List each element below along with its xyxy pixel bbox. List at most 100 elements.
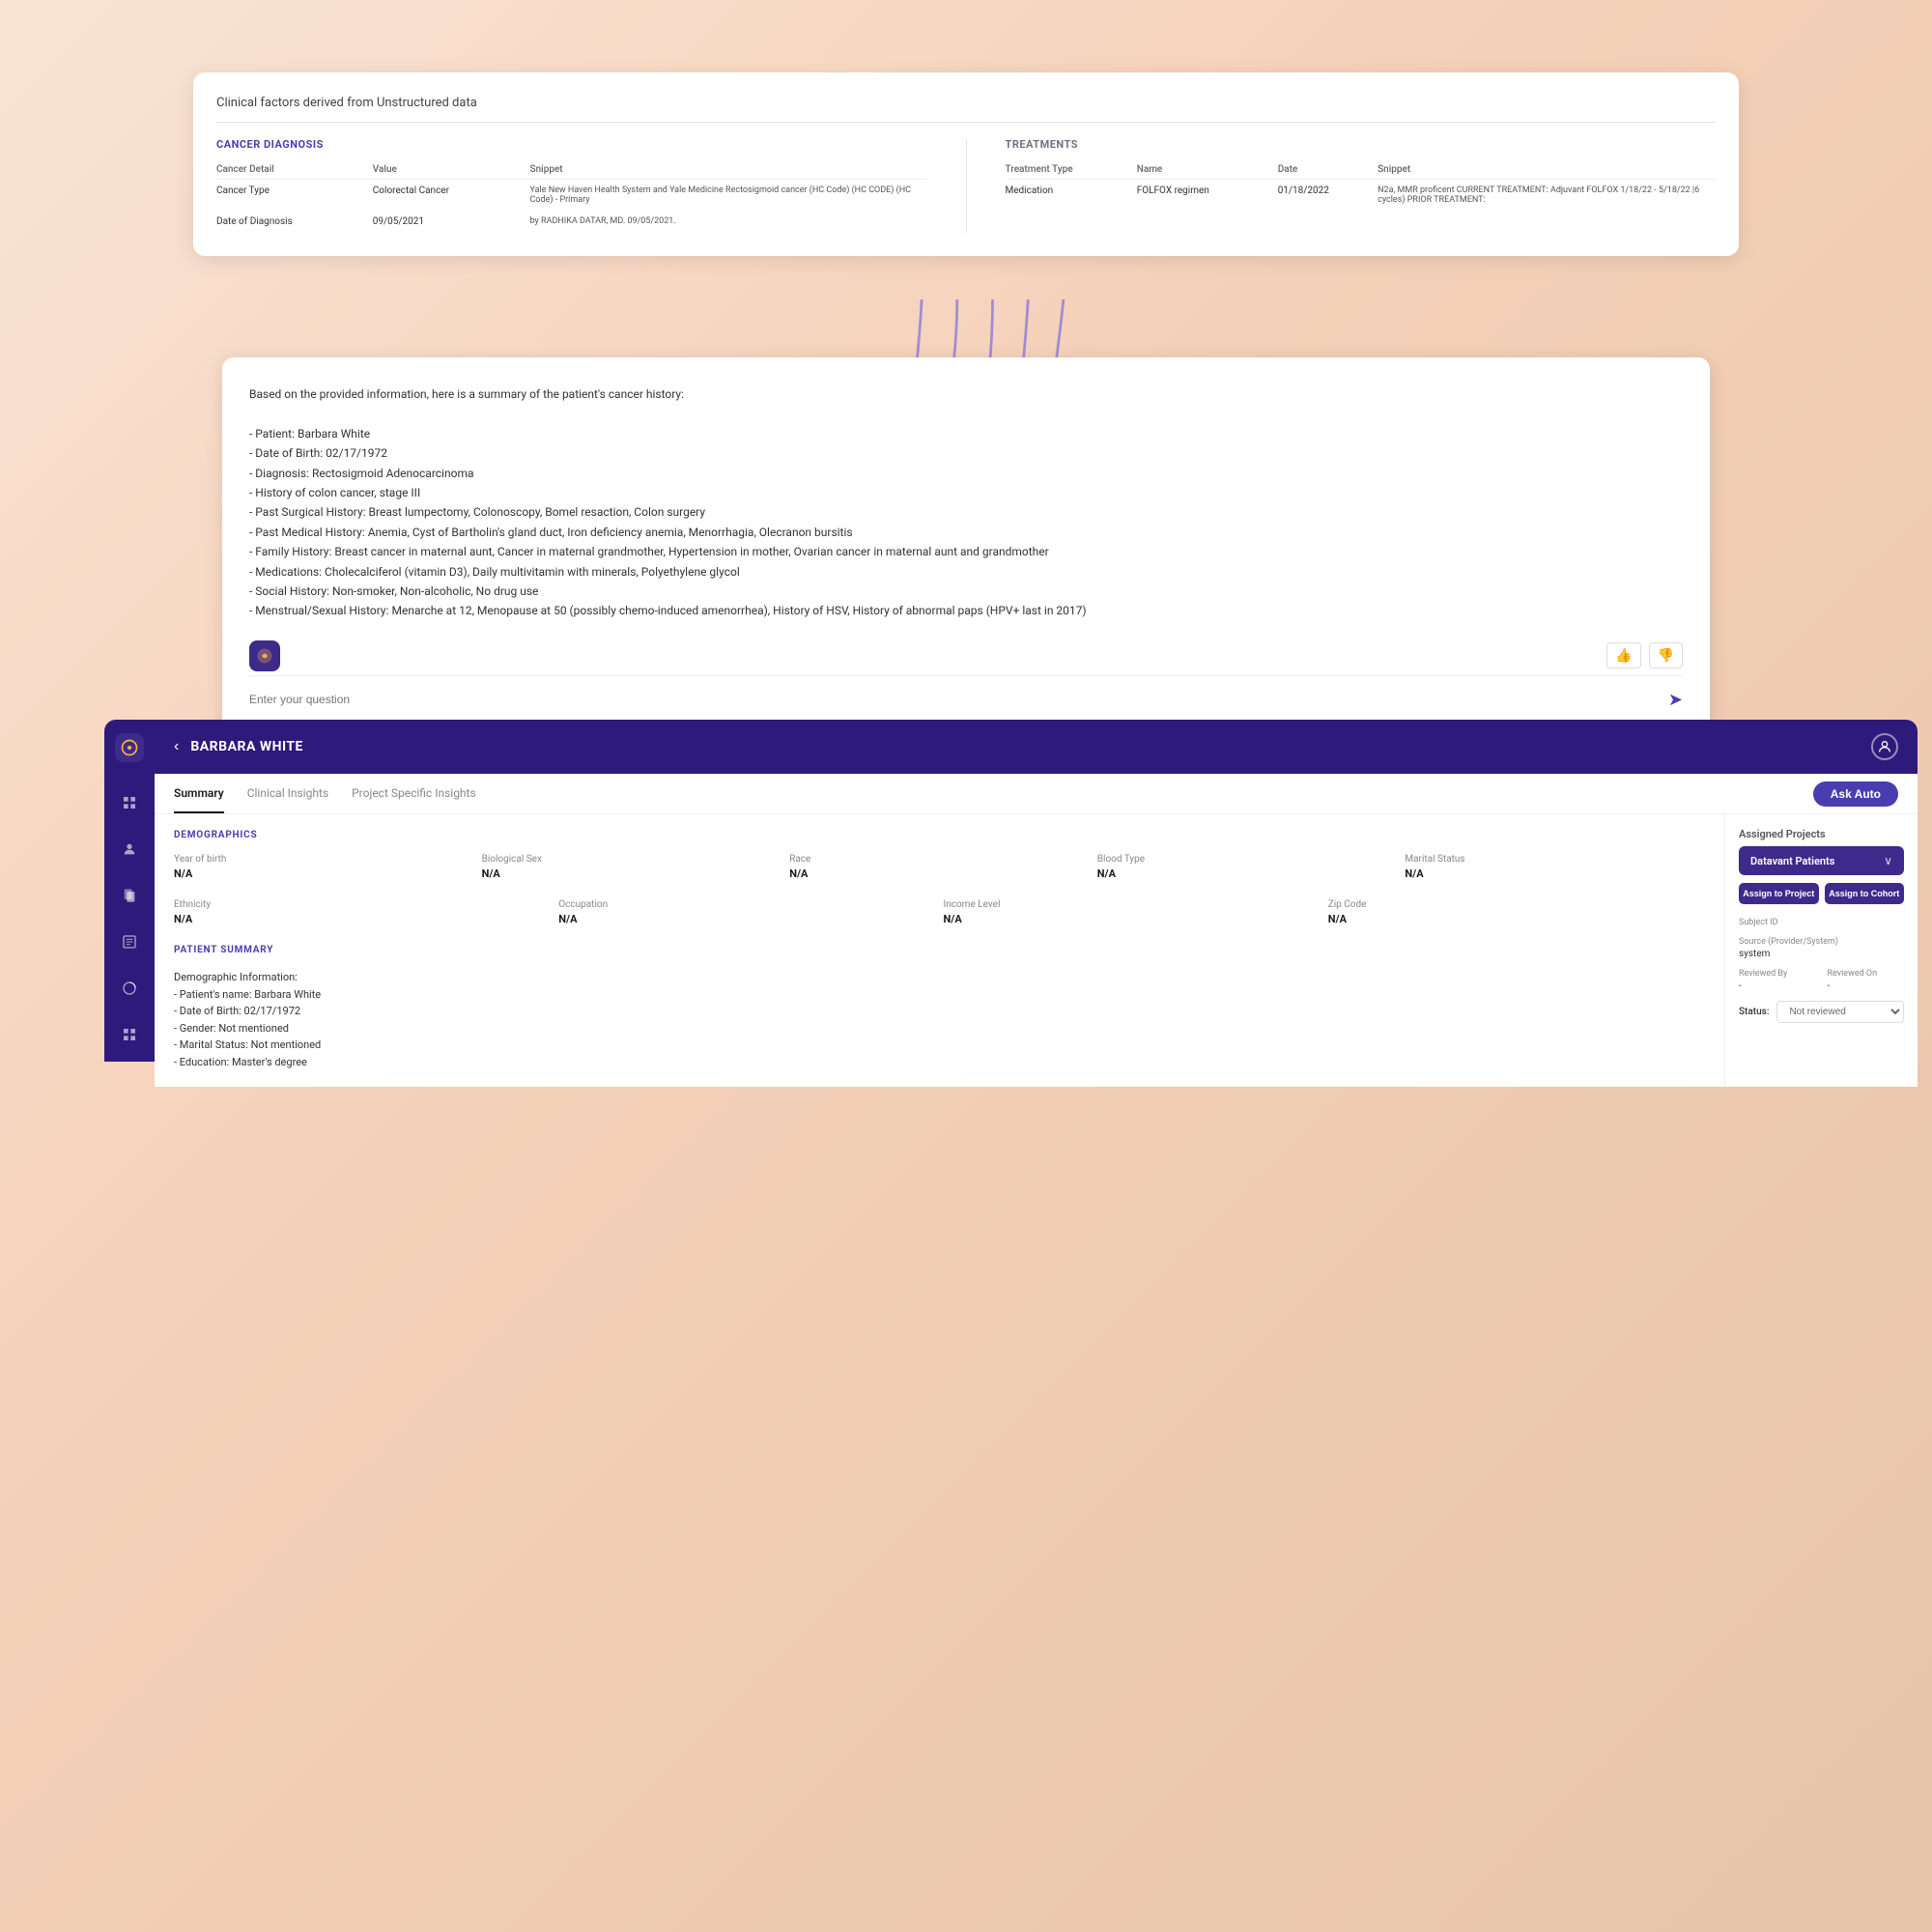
demo-biological-sex: Biological Sex N/A <box>482 854 782 880</box>
cancer-diagnosis-table: Cancer Detail Value Snippet Cancer Type … <box>216 160 927 233</box>
marital-status-label: Marital Status <box>1405 854 1705 865</box>
assigned-projects-header: Assigned Projects <box>1739 828 1904 840</box>
reviewed-by-label: Reviewed By <box>1739 969 1816 979</box>
chevron-down-icon: ∨ <box>1884 854 1892 867</box>
demo-occupation: Occupation N/A <box>558 899 935 925</box>
tab-clinical-insights[interactable]: Clinical Insights <box>247 775 328 813</box>
marital-status-value: N/A <box>1405 867 1705 880</box>
ai-point-6: - Past Medical History: Anemia, Cyst of … <box>249 526 853 539</box>
demographics-title: DEMOGRAPHICS <box>174 830 1705 840</box>
demo-year-of-birth: Year of birth N/A <box>174 854 474 880</box>
ai-feedback-row: 👍 👎 <box>1606 642 1683 668</box>
patient-summary-title: PATIENT SUMMARY <box>174 945 1705 955</box>
table-row: Medication FOLFOX regimen 01/18/2022 N2a… <box>1006 180 1717 212</box>
col-treatment-type: Treatment Type <box>1006 160 1137 180</box>
reviewed-on-col: Reviewed On - <box>1828 969 1905 991</box>
sidebar-item-grid[interactable] <box>116 789 143 816</box>
race-value: N/A <box>789 867 1090 880</box>
clinical-card-title: Clinical factors derived from Unstructur… <box>216 96 1716 123</box>
occupation-label: Occupation <box>558 899 935 910</box>
col-date: Date <box>1278 160 1378 180</box>
blood-type-value: N/A <box>1097 867 1398 880</box>
demo-marital-status: Marital Status N/A <box>1405 854 1705 880</box>
source-row: Source (Provider/System) system <box>1739 937 1904 959</box>
subject-id-label: Subject ID <box>1739 918 1904 927</box>
blood-type-label: Blood Type <box>1097 854 1398 865</box>
year-of-birth-value: N/A <box>174 867 474 880</box>
cancer-detail-cell: Date of Diagnosis <box>216 211 373 233</box>
col-snippet: Snippet <box>530 160 927 180</box>
subject-id-row: Subject ID <box>1739 918 1904 927</box>
year-of-birth-label: Year of birth <box>174 854 474 865</box>
tab-project-insights[interactable]: Project Specific Insights <box>352 775 476 813</box>
cancer-diagnosis-section: CANCER DIAGNOSIS Cancer Detail Value Sni… <box>216 138 927 233</box>
sidebar-item-dashboard[interactable] <box>116 1021 143 1048</box>
ai-input-bar: ➤ <box>249 675 1683 710</box>
treatment-name-cell: FOLFOX regimen <box>1137 180 1278 212</box>
thumbs-up-button[interactable]: 👍 <box>1606 642 1640 668</box>
project-name: Datavant Patients <box>1750 855 1834 867</box>
ethnicity-label: Ethnicity <box>174 899 551 910</box>
assign-to-cohort-button[interactable]: Assign to Cohort <box>1825 883 1905 904</box>
ethnicity-value: N/A <box>174 913 551 925</box>
treatments-table: Treatment Type Name Date Snippet Medicat… <box>1006 160 1717 211</box>
thumbs-down-button[interactable]: 👎 <box>1649 642 1683 668</box>
patient-summary-text: Demographic Information: - Patient's nam… <box>174 969 1705 1071</box>
assign-buttons-row: Assign to Project Assign to Cohort <box>1739 883 1904 904</box>
race-label: Race <box>789 854 1090 865</box>
source-value: system <box>1739 949 1904 959</box>
sidebar-item-patients[interactable] <box>116 836 143 863</box>
table-row: Date of Diagnosis 09/05/2021 by RADHIKA … <box>216 211 927 233</box>
income-level-label: Income Level <box>944 899 1321 910</box>
zip-code-value: N/A <box>1328 913 1705 925</box>
ai-point-8: - Medications: Cholecalciferol (vitamin … <box>249 565 740 579</box>
ai-point-9: - Social History: Non-smoker, Non-alcoho… <box>249 584 538 598</box>
assigned-project-bar[interactable]: Datavant Patients ∨ <box>1739 846 1904 875</box>
reviewed-by-value: - <box>1739 980 1816 991</box>
treatments-header: TREATMENTS <box>1006 138 1717 151</box>
treatments-section: TREATMENTS Treatment Type Name Date Snip… <box>1006 138 1717 233</box>
ai-point-10: - Menstrual/Sexual History: Menarche at … <box>249 604 1087 617</box>
cancer-detail-cell: Cancer Type <box>216 180 373 212</box>
reviewed-row: Reviewed By - Reviewed On - <box>1739 969 1904 991</box>
demo-blood-type: Blood Type N/A <box>1097 854 1398 880</box>
ask-auto-button[interactable]: Ask Auto <box>1813 781 1898 807</box>
back-button[interactable]: ‹ <box>174 738 179 755</box>
content-split: DEMOGRAPHICS Year of birth N/A Biologica… <box>155 814 1918 1087</box>
content-area: ‹ BARBARA WHITE Summary Clinical Insight… <box>155 720 1918 1087</box>
clinical-factors-card: Clinical factors derived from Unstructur… <box>193 72 1739 256</box>
col-value: Value <box>373 160 530 180</box>
ai-point-5: - Past Surgical History: Breast lumpecto… <box>249 505 705 519</box>
send-button[interactable]: ➤ <box>1668 690 1683 710</box>
sidebar-item-records[interactable] <box>116 882 143 909</box>
col-cancer-detail: Cancer Detail <box>216 160 373 180</box>
demo-race: Race N/A <box>789 854 1090 880</box>
occupation-value: N/A <box>558 913 935 925</box>
ai-point-2: - Date of Birth: 02/17/1972 <box>249 446 387 460</box>
user-avatar-icon <box>1871 733 1898 760</box>
right-panel: Assigned Projects Datavant Patients ∨ As… <box>1724 814 1918 1087</box>
assign-to-project-button[interactable]: Assign to Project <box>1739 883 1819 904</box>
tab-summary[interactable]: Summary <box>174 775 224 813</box>
status-label: Status: <box>1739 1007 1769 1017</box>
zip-code-label: Zip Code <box>1328 899 1705 910</box>
status-select[interactable]: Not reviewed In progress Reviewed Archiv… <box>1776 1001 1904 1023</box>
patient-summary-section: PATIENT SUMMARY Demographic Information:… <box>174 945 1705 1071</box>
demo-zip-code: Zip Code N/A <box>1328 899 1705 925</box>
sidebar <box>104 720 155 1062</box>
ai-point-3: - Diagnosis: Rectosigmoid Adenocarcinoma <box>249 467 474 480</box>
tabs-row: Summary Clinical Insights Project Specif… <box>155 775 1918 814</box>
demo-ethnicity: Ethnicity N/A <box>174 899 551 925</box>
sidebar-logo <box>115 733 144 762</box>
question-input[interactable] <box>249 693 1668 706</box>
cancer-value-cell: 09/05/2021 <box>373 211 530 233</box>
treatment-snippet-cell: N2a, MMR proficent CURRENT TREATMENT: Ad… <box>1378 180 1716 212</box>
ai-avatar <box>249 640 280 671</box>
sidebar-item-notes[interactable] <box>116 928 143 955</box>
ai-point-1: - Patient: Barbara White <box>249 427 370 440</box>
demo-income-level: Income Level N/A <box>944 899 1321 925</box>
cancer-snippet-cell: Yale New Haven Health System and Yale Me… <box>530 180 927 212</box>
sidebar-item-analytics[interactable] <box>116 975 143 1002</box>
ai-footer: 👍 👎 <box>249 640 1683 671</box>
patient-name-header: BARBARA WHITE <box>190 739 303 754</box>
